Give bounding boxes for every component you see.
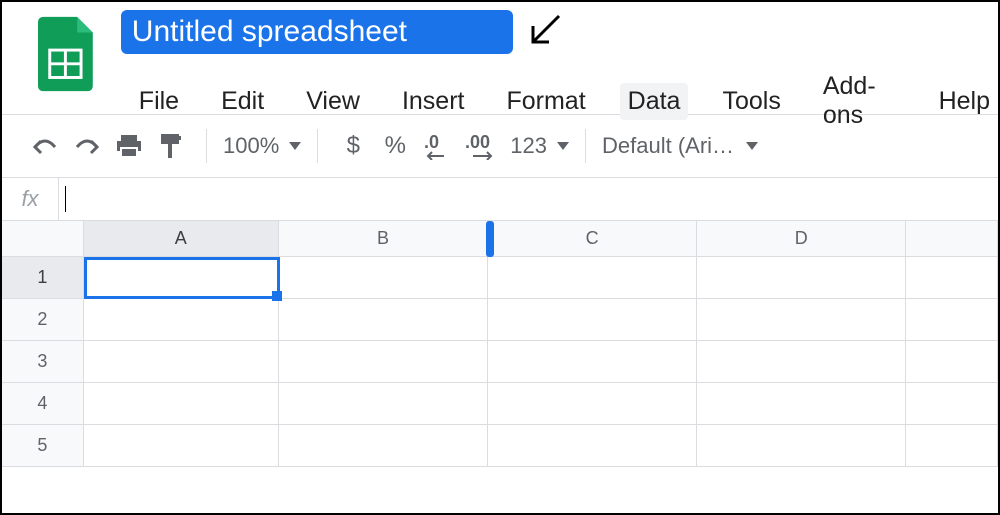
column-header-c[interactable]: C bbox=[488, 221, 697, 257]
redo-button[interactable] bbox=[68, 127, 106, 165]
chevron-down-icon bbox=[289, 142, 301, 150]
cell-d4[interactable] bbox=[697, 383, 906, 425]
cell-a1[interactable] bbox=[84, 257, 279, 299]
paint-format-button[interactable] bbox=[152, 127, 190, 165]
increase-decimal-button[interactable]: .00 bbox=[460, 127, 506, 165]
cell-a5[interactable] bbox=[84, 425, 279, 467]
cell-e3[interactable] bbox=[906, 341, 998, 383]
column-header-e[interactable] bbox=[906, 221, 998, 257]
select-all-corner[interactable] bbox=[2, 221, 84, 257]
formula-bar: fx bbox=[2, 177, 998, 221]
zoom-dropdown[interactable]: 100% bbox=[223, 133, 301, 159]
cell-c1[interactable] bbox=[488, 257, 697, 299]
cell-b4[interactable] bbox=[279, 383, 488, 425]
chevron-down-icon bbox=[746, 142, 758, 150]
currency-button[interactable]: $ bbox=[334, 127, 372, 165]
cell-e5[interactable] bbox=[906, 425, 998, 467]
column-header-a[interactable]: A bbox=[84, 221, 279, 257]
cell-c4[interactable] bbox=[488, 383, 697, 425]
cell-b1[interactable] bbox=[279, 257, 488, 299]
cell-b2[interactable] bbox=[279, 299, 488, 341]
menu-file[interactable]: File bbox=[131, 83, 187, 120]
column-header-b[interactable]: B bbox=[279, 221, 488, 257]
cell-a3[interactable] bbox=[84, 341, 279, 383]
menu-insert[interactable]: Insert bbox=[394, 83, 473, 120]
cell-a4[interactable] bbox=[84, 383, 279, 425]
cell-e4[interactable] bbox=[906, 383, 998, 425]
menu-data[interactable]: Data bbox=[620, 83, 689, 120]
column-header-d[interactable]: D bbox=[697, 221, 906, 257]
cell-d3[interactable] bbox=[697, 341, 906, 383]
sheets-logo-icon[interactable] bbox=[38, 16, 93, 92]
menu-format[interactable]: Format bbox=[498, 83, 593, 120]
menu-tools[interactable]: Tools bbox=[714, 83, 788, 120]
font-dropdown[interactable]: Default (Ari… bbox=[602, 133, 758, 159]
cell-d1[interactable] bbox=[697, 257, 906, 299]
font-label: Default (Ari… bbox=[602, 133, 734, 159]
formula-input[interactable] bbox=[66, 189, 998, 210]
column-resize-handle[interactable] bbox=[486, 221, 494, 257]
document-title-input[interactable] bbox=[121, 10, 513, 54]
cursor-arrow-icon bbox=[523, 12, 563, 52]
decrease-decimal-button[interactable]: .0 bbox=[418, 127, 456, 165]
row-header-4[interactable]: 4 bbox=[2, 383, 84, 425]
row-header-2[interactable]: 2 bbox=[2, 299, 84, 341]
row-header-3[interactable]: 3 bbox=[2, 341, 84, 383]
menu-view[interactable]: View bbox=[298, 83, 368, 120]
chevron-down-icon bbox=[557, 142, 569, 150]
spreadsheet-grid: A B C D 1 2 3 bbox=[2, 221, 998, 467]
row-header-5[interactable]: 5 bbox=[2, 425, 84, 467]
cell-c5[interactable] bbox=[488, 425, 697, 467]
svg-text:.0: .0 bbox=[424, 132, 439, 152]
cell-c3[interactable] bbox=[488, 341, 697, 383]
menu-help[interactable]: Help bbox=[931, 83, 998, 120]
cell-a2[interactable] bbox=[84, 299, 279, 341]
number-format-dropdown[interactable]: 123 bbox=[510, 133, 569, 159]
print-button[interactable] bbox=[110, 127, 148, 165]
menu-addons[interactable]: Add-ons bbox=[815, 68, 905, 134]
row-header-1[interactable]: 1 bbox=[2, 257, 84, 299]
undo-button[interactable] bbox=[26, 127, 64, 165]
cell-b5[interactable] bbox=[279, 425, 488, 467]
svg-text:.00: .00 bbox=[465, 132, 490, 152]
cell-d2[interactable] bbox=[697, 299, 906, 341]
percent-button[interactable]: % bbox=[376, 127, 414, 165]
zoom-value: 100% bbox=[223, 133, 279, 159]
cell-e1[interactable] bbox=[906, 257, 998, 299]
cell-b3[interactable] bbox=[279, 341, 488, 383]
menu-edit[interactable]: Edit bbox=[213, 83, 272, 120]
cell-d5[interactable] bbox=[697, 425, 906, 467]
number-format-label: 123 bbox=[510, 133, 547, 159]
fx-label: fx bbox=[2, 186, 58, 212]
cell-e2[interactable] bbox=[906, 299, 998, 341]
menu-bar: File Edit View Insert Format Data Tools … bbox=[121, 68, 998, 134]
cell-c2[interactable] bbox=[488, 299, 697, 341]
